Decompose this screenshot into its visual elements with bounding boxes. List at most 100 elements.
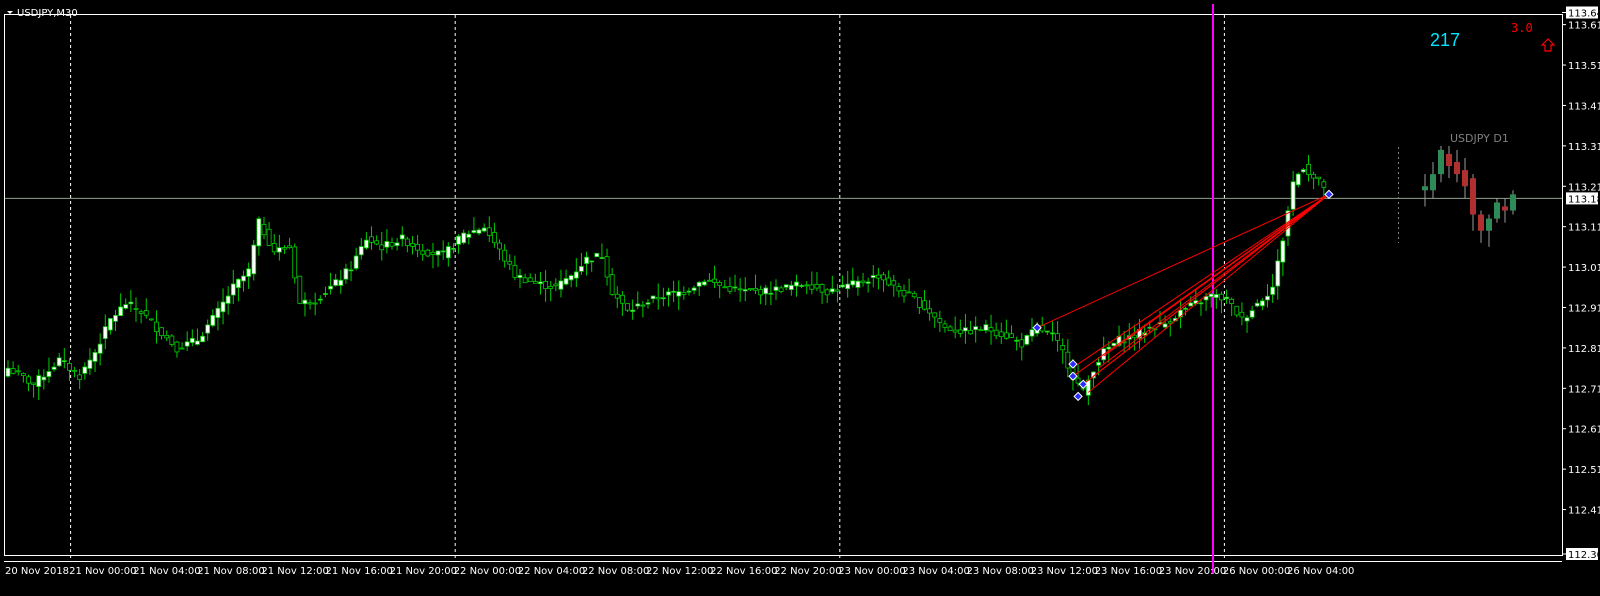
candle-body [814, 283, 820, 289]
candle-body [609, 274, 615, 295]
candle-body [993, 329, 999, 337]
candle-body [1219, 293, 1224, 301]
candle-body [159, 327, 165, 337]
mini-candle-body [1438, 149, 1444, 175]
candle-body [845, 283, 851, 290]
candle-body [282, 247, 287, 250]
candle-body [538, 281, 543, 285]
mini-candle-body [1446, 153, 1452, 167]
candle-body [1009, 333, 1014, 338]
candle-body [292, 246, 298, 279]
candle-body [133, 308, 139, 310]
time-tick-label: 21 Nov 16:00 [326, 566, 393, 577]
candle-body [579, 266, 584, 272]
candle-body [860, 280, 866, 283]
time-tick-label: 22 Nov 20:00 [774, 566, 841, 577]
candle-body [676, 291, 682, 297]
candle-body [241, 275, 246, 282]
mini-candle-body [1478, 214, 1484, 231]
candle-body [189, 337, 195, 343]
candle-body [82, 366, 88, 374]
candle-body [1019, 339, 1025, 348]
candle-body [973, 326, 979, 331]
dropdown-arrow-icon[interactable] [7, 11, 13, 14]
trend-lines[interactable] [1036, 193, 1330, 393]
candle-body [31, 382, 37, 385]
time-tick-label: 21 Nov 00:00 [69, 566, 136, 577]
time-tick-label: 23 Nov 12:00 [1031, 566, 1098, 577]
candle-body [1183, 307, 1188, 310]
candle-body [589, 260, 595, 263]
candle-body [522, 277, 528, 284]
candle-body [532, 281, 538, 284]
candle-body [174, 341, 180, 353]
candle-body [681, 292, 687, 295]
candle-body [148, 318, 154, 321]
candle-body [358, 246, 364, 256]
candle-body [143, 310, 149, 316]
candle-body [266, 228, 272, 246]
candle-body [1316, 176, 1322, 180]
candle-body [1044, 330, 1050, 333]
candle-body [246, 268, 252, 277]
candle-body [210, 314, 216, 326]
price-tick-label: 113.11 [1568, 223, 1600, 234]
mini-candle-body [1486, 218, 1492, 231]
candle-body [911, 293, 917, 298]
candle-body [195, 340, 200, 345]
candle-body [717, 282, 723, 286]
candle-body [1239, 311, 1245, 318]
candle-body [1306, 164, 1311, 175]
time-tick-label: 23 Nov 16:00 [1095, 566, 1162, 577]
candle-body [1208, 293, 1214, 298]
candle-body [420, 250, 426, 255]
candle-body [481, 227, 487, 232]
candle-body [312, 302, 318, 305]
candle-body [865, 281, 871, 284]
candle-body [620, 294, 625, 304]
candle-body [855, 280, 861, 288]
candle-body [108, 318, 113, 331]
candle-body [983, 324, 989, 331]
candle-body [876, 274, 881, 279]
candle-body [988, 327, 994, 332]
candle-body [584, 256, 589, 264]
candle-body [952, 329, 958, 333]
candle-body [36, 375, 42, 387]
candle-body [937, 318, 943, 323]
candle-body [1300, 169, 1306, 173]
candle-body [835, 289, 840, 292]
mini-candle-body [1462, 170, 1468, 187]
candle-body [1096, 361, 1101, 366]
symbol-label: USDJPY,M30 [17, 8, 78, 19]
time-tick-label: 23 Nov 08:00 [967, 566, 1034, 577]
candle-body [5, 367, 11, 377]
price-tick-label: 112.61 [1568, 425, 1600, 436]
candle-body [46, 371, 52, 377]
time-tick-label: 22 Nov 12:00 [646, 566, 713, 577]
candle-body [363, 239, 369, 249]
candle-body [635, 303, 641, 307]
trend-line [1093, 193, 1330, 377]
candle-body [599, 257, 605, 259]
candle-body [235, 278, 241, 289]
candle-body [666, 291, 671, 296]
candle-body [527, 277, 533, 283]
candle-body [297, 275, 303, 304]
candle-body [978, 329, 984, 331]
candle-body [415, 243, 421, 251]
candle-body [512, 264, 518, 278]
mini-chart-label: USDJPY D1 [1450, 132, 1509, 145]
candle-body [655, 297, 661, 300]
candle-body [696, 281, 702, 287]
price-chart[interactable]: 113.64113.61113.51113.41113.31113.21113.… [0, 0, 1600, 596]
candle-body [1055, 333, 1060, 341]
candle-body [1265, 295, 1270, 301]
candle-body [20, 373, 26, 376]
candle-body [384, 241, 390, 248]
candle-body [794, 281, 799, 287]
candle-body [164, 334, 170, 339]
candle-body [169, 335, 175, 345]
candle-body [205, 324, 211, 334]
candle-body [614, 293, 620, 299]
